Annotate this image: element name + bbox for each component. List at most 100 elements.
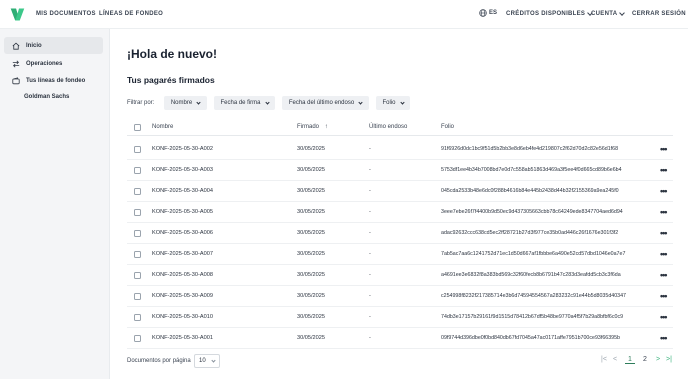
row-checkbox[interactable] [134,314,141,321]
cell-nombre: KONF-2025-05-30-A010 [152,314,213,320]
chevron-down-icon [358,99,363,105]
language-label: ES [489,10,498,16]
column-header-nombre[interactable]: Nombre [152,124,173,130]
row-checkbox[interactable] [134,293,141,300]
nav-mis-documentos[interactable]: MIS DOCUMENTOS [36,11,96,17]
sidebar-item-label: Tus líneas de fondeo [26,77,86,84]
table-row[interactable]: KONF-2025-05-30-A001 30/05/2025 - 09f974… [127,328,673,349]
cell-folio: 5753df1ee4b34b7008bd7e0d7c558ab51863d469… [441,167,622,173]
sidebar-item-operaciones[interactable]: Operaciones [4,55,103,72]
transfer-icon [12,60,20,67]
cell-nombre: KONF-2025-05-30-A006 [152,230,213,236]
row-actions-menu-icon[interactable]: ••• [660,207,668,217]
row-actions-menu-icon[interactable]: ••• [660,270,668,280]
row-actions-menu-icon[interactable]: ••• [660,333,668,343]
row-checkbox[interactable] [134,230,141,237]
sidebar-item-label: Operaciones [26,60,63,67]
page-button-2[interactable]: 2 [643,356,647,363]
page-size-select[interactable]: 10 [194,354,220,368]
cell-ultimo-endoso: - [369,293,371,299]
cell-ultimo-endoso: - [369,146,371,152]
table-row[interactable]: KONF-2025-05-30-A010 30/05/2025 - 74db3e… [127,307,673,328]
table-header: Nombre Firmado ↑ Último endoso Folio [127,120,673,136]
nav-lineas-de-fondeo[interactable]: LÍNEAS DE FONDEO [99,11,163,17]
column-header-ultimo-endoso[interactable]: Último endoso [369,124,407,130]
table-row[interactable]: KONF-2025-05-30-A003 30/05/2025 - 5753df… [127,160,673,181]
credits-label: CRÉDITOS DISPONIBLES [506,11,586,17]
table-row[interactable]: KONF-2025-05-30-A007 30/05/2025 - 7ab5ac… [127,244,673,265]
cell-folio: 74db3e17157b29161f9d1515d78412b67df5b48b… [441,314,624,320]
account-menu[interactable]: CUENTA [591,10,626,17]
brand-logo-icon[interactable] [10,7,25,22]
row-checkbox[interactable] [134,209,141,216]
cell-firmado: 30/05/2025 [297,335,325,341]
row-checkbox[interactable] [134,272,141,279]
table-row[interactable]: KONF-2025-05-30-A008 30/05/2025 - a4691e… [127,265,673,286]
row-actions-menu-icon[interactable]: ••• [660,312,668,322]
chevron-down-icon [211,357,216,363]
cell-firmado: 30/05/2025 [297,251,325,257]
sidebar-subitem-goldman-sachs[interactable]: Goldman Sachs [24,94,69,100]
column-header-firmado[interactable]: Firmado ↑ [297,124,328,130]
chevron-down-icon [399,99,405,105]
sidebar-item-lineas-de-fondeo[interactable]: Tus líneas de fondeo [4,72,103,89]
page-button-1[interactable]: 1 [625,356,635,364]
row-checkbox[interactable] [134,167,141,174]
filter-label-text: Folio [382,100,396,106]
table-row[interactable]: KONF-2025-05-30-A004 30/05/2025 - 045cda… [127,181,673,202]
main-content: ¡Hola de nuevo! Tus pagarés firmados Fil… [110,29,688,379]
cell-ultimo-endoso: - [369,314,371,320]
filter-folio-button[interactable]: Folio [376,96,410,110]
sidebar-item-inicio[interactable]: Inicio [4,37,103,54]
cell-folio: 91f6926d0dc1bc9f51d5b2bb3e8d6eb4fe4d2198… [441,146,619,152]
page-size-value: 10 [199,358,206,364]
cell-firmado: 30/05/2025 [297,167,325,173]
filter-fecha-firma-button[interactable]: Fecha de firma [214,96,275,110]
cell-nombre: KONF-2025-05-30-A009 [152,293,213,299]
row-actions-menu-icon[interactable]: ••• [660,228,668,238]
last-page-icon[interactable]: >| [666,356,672,363]
row-actions-menu-icon[interactable]: ••• [660,291,668,301]
filter-fecha-endoso-button[interactable]: Fecha del último endoso [282,96,369,110]
row-checkbox[interactable] [134,146,141,153]
filter-nombre-button[interactable]: Nombre [164,96,207,110]
sidebar-item-label: Inicio [26,42,42,49]
row-checkbox[interactable] [134,335,141,342]
page-size-label: Documentos por página [127,358,191,364]
cell-ultimo-endoso: - [369,230,371,236]
cell-firmado: 30/05/2025 [297,272,325,278]
cell-ultimo-endoso: - [369,209,371,215]
cell-firmado: 30/05/2025 [297,188,325,194]
cell-firmado: 30/05/2025 [297,314,325,320]
chevron-down-icon [196,99,201,105]
table-row[interactable]: KONF-2025-05-30-A002 30/05/2025 - 91f692… [127,139,673,160]
first-page-icon[interactable]: |< [601,356,607,363]
row-actions-menu-icon[interactable]: ••• [660,144,668,154]
previous-page-icon[interactable]: < [613,356,617,363]
row-actions-menu-icon[interactable]: ••• [660,249,668,259]
cell-ultimo-endoso: - [369,335,371,341]
row-checkbox[interactable] [134,251,141,258]
cell-firmado: 30/05/2025 [297,293,325,299]
home-icon [12,42,20,50]
table-row[interactable]: KONF-2025-05-30-A009 30/05/2025 - c25499… [127,286,673,307]
select-all-checkbox[interactable] [134,124,141,131]
row-actions-menu-icon[interactable]: ••• [660,165,668,175]
table-row[interactable]: KONF-2025-05-30-A006 30/05/2025 - adac92… [127,223,673,244]
table-row[interactable]: KONF-2025-05-30-A005 30/05/2025 - 3eee7e… [127,202,673,223]
top-nav-bar: MIS DOCUMENTOS LÍNEAS DE FONDEO ES CRÉDI… [0,0,688,29]
filter-label-text: Fecha del último endoso [288,100,355,106]
credits-menu[interactable]: CRÉDITOS DISPONIBLES [506,10,594,17]
row-checkbox[interactable] [134,188,141,195]
cell-firmado: 30/05/2025 [297,230,325,236]
page-title: ¡Hola de nuevo! [127,47,218,61]
row-actions-menu-icon[interactable]: ••• [660,186,668,196]
cell-folio: 045cda2533b48e6dc0f288b4616b84e445b2438d… [441,188,619,194]
column-header-folio[interactable]: Folio [441,124,454,130]
language-selector[interactable]: ES [479,9,497,17]
next-page-icon[interactable]: > [656,356,660,363]
cell-nombre: KONF-2025-05-30-A005 [152,209,213,215]
logout-link[interactable]: CERRAR SESIÓN [632,11,686,17]
column-header-label: Firmado [297,124,320,130]
chevron-down-icon [619,10,626,16]
